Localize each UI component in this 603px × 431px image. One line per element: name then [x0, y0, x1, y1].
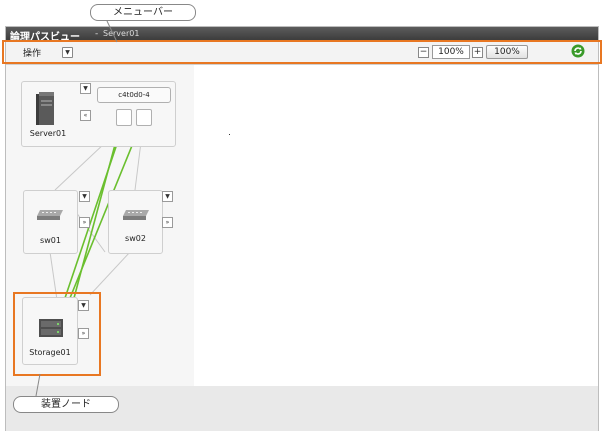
callout-leaders: [35, 20, 118, 397]
device-node-callout: 装置ノード: [13, 396, 119, 413]
menu-bar-callout: メニューバー: [90, 4, 196, 21]
device-node-leader: [35, 373, 41, 397]
menu-bar-leader: [106, 20, 118, 43]
